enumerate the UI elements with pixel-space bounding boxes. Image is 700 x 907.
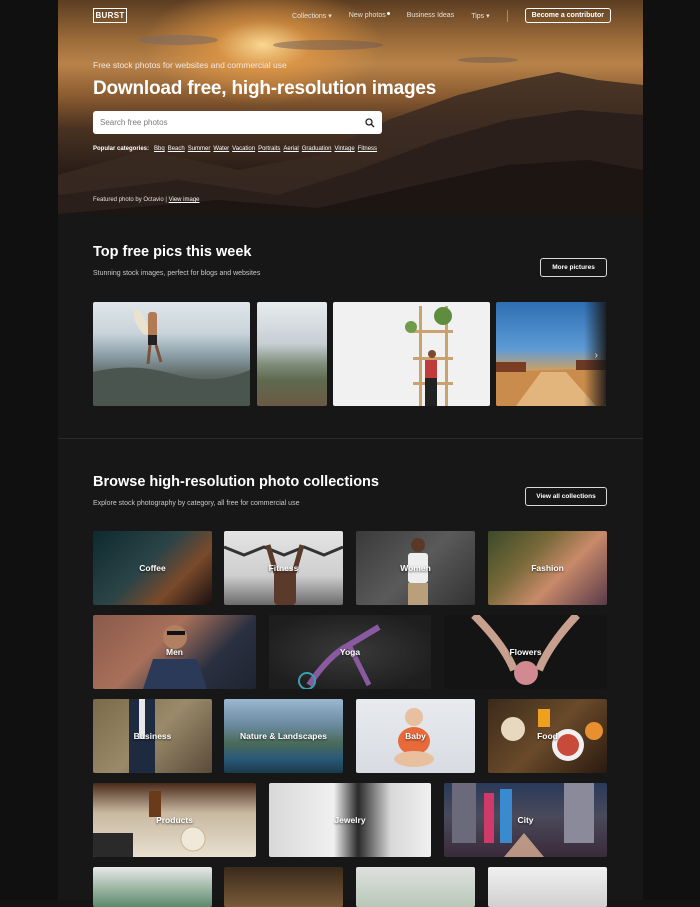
collection-tile-men[interactable]: Men — [93, 615, 256, 689]
collection-tile-business[interactable]: Business — [93, 699, 212, 773]
top-pics-title: Top free pics this week — [93, 244, 252, 260]
collection-tile-flowers[interactable]: Flowers — [444, 615, 607, 689]
view-image-link[interactable]: View image — [169, 197, 200, 203]
more-pictures-button[interactable]: More pictures — [540, 258, 607, 277]
photo-plant-shelf[interactable] — [333, 302, 490, 406]
left-gutter — [0, 0, 58, 900]
hero-banner: BURST Collections ▾ New photos Business … — [58, 0, 643, 214]
category-link[interactable]: Graduation — [302, 146, 332, 152]
collections-subtitle: Explore stock photography by category, a… — [93, 500, 300, 507]
page: BURST Collections ▾ New photos Business … — [58, 0, 643, 907]
collection-tile-yoga[interactable]: Yoga — [269, 615, 431, 689]
top-nav: Collections ▾ New photos Business Ideas … — [292, 8, 611, 23]
collection-tile-city[interactable]: City — [444, 783, 607, 857]
nav-divider — [506, 9, 508, 22]
category-link[interactable]: Vacation — [232, 146, 255, 152]
collection-tile-nature[interactable]: Nature & Landscapes — [224, 699, 343, 773]
photo-plant-shelf-art — [405, 306, 453, 406]
category-link[interactable]: Beach — [168, 146, 185, 152]
nav-collections[interactable]: Collections ▾ — [292, 12, 332, 20]
search-input[interactable]: Search free photos — [93, 111, 382, 134]
collection-tile-products[interactable]: Products — [93, 783, 256, 857]
collection-tile-partial-2[interactable] — [224, 867, 343, 907]
category-link[interactable]: Vintage — [334, 146, 354, 152]
category-link[interactable]: Water — [213, 146, 229, 152]
featured-credit: Featured photo by Octavio | View image — [93, 197, 200, 203]
collection-tile-partial-3[interactable] — [356, 867, 475, 907]
collection-tile-food[interactable]: Food — [488, 699, 607, 773]
collections-title: Browse high-resolution photo collections — [93, 474, 379, 490]
collection-tile-coffee[interactable]: Coffee — [93, 531, 212, 605]
section-divider — [58, 438, 643, 439]
collection-tile-women[interactable]: Women — [356, 531, 475, 605]
chevron-right-icon[interactable]: › — [595, 350, 598, 361]
photo-desert-road[interactable]: › — [496, 302, 606, 406]
photo-desert-road-art — [496, 302, 606, 406]
collection-tile-jewelry[interactable]: Jewelry — [269, 783, 431, 857]
search-placeholder: Search free photos — [100, 118, 168, 127]
top-pics-subtitle: Stunning stock images, perfect for blogs… — [93, 270, 261, 277]
collection-tile-fitness[interactable]: Fitness — [224, 531, 343, 605]
category-link[interactable]: Fitness — [358, 146, 377, 152]
popular-categories: Popular categories: Bbq Beach Summer Wat… — [93, 146, 377, 152]
search-icon[interactable] — [365, 117, 375, 128]
notification-dot-icon — [386, 12, 390, 15]
nav-business-ideas[interactable]: Business Ideas — [407, 12, 454, 19]
category-link[interactable]: Bbq — [154, 146, 165, 152]
right-gutter — [643, 0, 700, 900]
photo-surfer-art — [93, 309, 250, 406]
become-contributor-button[interactable]: Become a contributor — [524, 8, 611, 23]
nav-new-photos[interactable]: New photos — [349, 12, 390, 19]
collection-tile-partial-4[interactable] — [488, 867, 607, 907]
collection-tile-partial-1[interactable] — [93, 867, 212, 907]
category-link[interactable]: Summer — [188, 146, 211, 152]
collection-tile-baby[interactable]: Baby — [356, 699, 475, 773]
hero-tagline: Free stock photos for websites and comme… — [93, 60, 287, 70]
hero-headline: Download free, high-resolution images — [93, 78, 437, 99]
category-link[interactable]: Aerial — [283, 146, 298, 152]
photo-coastline[interactable] — [257, 302, 327, 406]
collection-tile-fashion[interactable]: Fashion — [488, 531, 607, 605]
view-all-collections-button[interactable]: View all collections — [525, 487, 607, 506]
photo-surfer[interactable] — [93, 302, 250, 406]
popular-label: Popular categories: — [93, 146, 150, 152]
burst-logo[interactable]: BURST — [93, 8, 127, 23]
hero-mountain-image — [58, 35, 643, 214]
category-link[interactable]: Portraits — [258, 146, 280, 152]
nav-tips[interactable]: Tips ▾ — [471, 12, 489, 20]
